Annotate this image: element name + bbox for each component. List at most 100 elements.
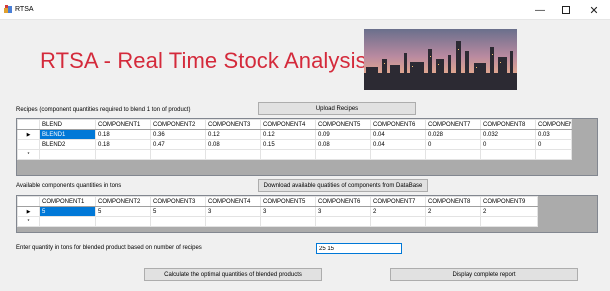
column-header[interactable]: COMPONENT4 xyxy=(205,196,261,207)
column-header[interactable]: COMPONENT5 xyxy=(315,119,371,130)
column-header[interactable]: COMPONENT3 xyxy=(150,196,206,207)
table-cell[interactable] xyxy=(425,216,481,227)
app-icon xyxy=(4,5,12,13)
table-cell[interactable] xyxy=(260,216,316,227)
table-cell[interactable] xyxy=(150,216,206,227)
table-cell[interactable]: 2 xyxy=(480,206,538,217)
table-cell[interactable] xyxy=(370,216,426,227)
column-header[interactable]: COMPONENT8 xyxy=(425,196,481,207)
column-header[interactable]: COMPONENT4 xyxy=(260,119,316,130)
table-cell[interactable]: 0.08 xyxy=(315,139,371,150)
table-cell[interactable] xyxy=(315,216,371,227)
column-header[interactable]: COMPONENT9 xyxy=(480,196,538,207)
column-header[interactable]: COMPONENT3 xyxy=(205,119,261,130)
column-header[interactable]: COMPONENT6 xyxy=(315,196,371,207)
table-cell[interactable] xyxy=(480,216,538,227)
close-icon: ✕ xyxy=(589,4,599,17)
table-cell[interactable]: 0.04 xyxy=(370,139,426,150)
new-row[interactable]: * xyxy=(17,216,538,227)
column-header[interactable]: COMPONENT2 xyxy=(150,119,206,130)
table-cell[interactable]: 0.04 xyxy=(370,129,426,140)
table-cell[interactable]: 0.032 xyxy=(480,129,536,140)
row-header[interactable] xyxy=(17,139,40,150)
table-cell[interactable]: 0.18 xyxy=(95,139,151,150)
title-bar: RTSA — ✕ xyxy=(0,0,610,20)
column-header[interactable]: COMPONENT5 xyxy=(260,196,316,207)
calculate-button[interactable]: Calculate the optimal quantities of blen… xyxy=(144,268,322,281)
page-title: RTSA - Real Time Stock Analysis xyxy=(40,48,367,73)
table-cell[interactable] xyxy=(150,149,206,160)
table-cell[interactable]: 3 xyxy=(260,206,316,217)
column-header[interactable]: COMPONENT7 xyxy=(370,196,426,207)
column-header[interactable]: COMPONENT2 xyxy=(95,196,151,207)
recipes-label: Recipes (component quantities required t… xyxy=(16,107,191,113)
table-cell[interactable]: 0.47 xyxy=(150,139,206,150)
table-cell[interactable] xyxy=(425,149,481,160)
table-cell[interactable]: 0.12 xyxy=(260,129,316,140)
column-header[interactable]: COMPONENT8 xyxy=(480,119,536,130)
new-row-indicator[interactable]: * xyxy=(17,149,40,160)
table-cell[interactable] xyxy=(95,216,151,227)
column-header[interactable]: COMPONENT9 xyxy=(535,119,572,130)
column-header[interactable]: COMPONENT1 xyxy=(95,119,151,130)
table-cell[interactable] xyxy=(39,216,96,227)
minimize-icon: — xyxy=(535,4,545,16)
components-header-row: COMPONENT1 COMPONENT2 COMPONENT3 COMPONE… xyxy=(17,196,538,207)
upload-recipes-button[interactable]: Upload Recipes xyxy=(258,102,416,115)
table-row[interactable]: BLEND2 0.18 0.47 0.08 0.15 0.08 0.04 0 0… xyxy=(17,139,572,150)
table-cell[interactable]: 3 xyxy=(205,206,261,217)
table-row[interactable]: ▶ 5 5 5 3 3 3 2 2 2 xyxy=(17,206,538,217)
components-grid[interactable]: COMPONENT1 COMPONENT2 COMPONENT3 COMPONE… xyxy=(16,195,598,233)
table-cell[interactable]: 2 xyxy=(370,206,426,217)
table-cell[interactable]: 3 xyxy=(315,206,371,217)
table-cell[interactable]: 0.12 xyxy=(205,129,261,140)
table-cell[interactable]: 5 xyxy=(150,206,206,217)
table-cell[interactable]: 0.09 xyxy=(315,129,371,140)
quantity-input[interactable] xyxy=(316,243,402,254)
close-button[interactable]: ✕ xyxy=(582,0,606,20)
table-cell[interactable]: 2 xyxy=(425,206,481,217)
download-components-button[interactable]: Download available quatities of componen… xyxy=(258,179,428,192)
column-header[interactable]: COMPONENT1 xyxy=(39,196,96,207)
new-row-indicator[interactable]: * xyxy=(17,216,40,227)
table-cell[interactable]: 0.08 xyxy=(205,139,261,150)
table-cell[interactable]: BLEND2 xyxy=(39,139,96,150)
table-cell[interactable]: BLEND1 xyxy=(39,129,96,140)
table-cell[interactable]: 0.03 xyxy=(535,129,572,140)
components-label: Available components quantities in tons xyxy=(16,183,122,189)
table-cell[interactable] xyxy=(205,216,261,227)
table-cell[interactable]: 0.36 xyxy=(150,129,206,140)
table-row[interactable]: ▶ BLEND1 0.18 0.36 0.12 0.12 0.09 0.04 0… xyxy=(17,129,572,140)
current-row-indicator[interactable]: ▶ xyxy=(17,206,40,217)
table-cell[interactable]: 5 xyxy=(39,206,96,217)
recipes-grid[interactable]: BLEND COMPONENT1 COMPONENT2 COMPONENT3 C… xyxy=(16,118,598,176)
new-row[interactable]: * xyxy=(17,149,572,160)
column-header[interactable]: COMPONENT6 xyxy=(370,119,426,130)
table-cell[interactable]: 5 xyxy=(95,206,151,217)
table-cell[interactable] xyxy=(260,149,316,160)
table-cell[interactable]: 0.18 xyxy=(95,129,151,140)
display-report-button[interactable]: Display complete report xyxy=(390,268,578,281)
table-cell[interactable] xyxy=(370,149,426,160)
table-cell[interactable] xyxy=(535,149,572,160)
column-header[interactable]: BLEND xyxy=(39,119,96,130)
minimize-button[interactable]: — xyxy=(528,0,552,20)
table-cell[interactable] xyxy=(480,149,536,160)
table-cell[interactable]: 0 xyxy=(425,139,481,150)
table-cell[interactable]: 0 xyxy=(480,139,536,150)
table-cell[interactable] xyxy=(95,149,151,160)
refinery-banner-image xyxy=(364,29,517,90)
table-cell[interactable] xyxy=(39,149,96,160)
table-cell[interactable] xyxy=(205,149,261,160)
maximize-icon xyxy=(562,6,570,14)
table-cell[interactable]: 0.15 xyxy=(260,139,316,150)
window-title: RTSA xyxy=(15,6,34,13)
table-cell[interactable] xyxy=(315,149,371,160)
row-header-corner xyxy=(17,196,40,207)
current-row-indicator[interactable]: ▶ xyxy=(17,129,40,140)
table-cell[interactable]: 0.028 xyxy=(425,129,481,140)
column-header[interactable]: COMPONENT7 xyxy=(425,119,481,130)
maximize-button[interactable] xyxy=(554,0,578,20)
quantity-label: Enter quantity in tons for blended produ… xyxy=(16,245,202,251)
table-cell[interactable]: 0 xyxy=(535,139,572,150)
